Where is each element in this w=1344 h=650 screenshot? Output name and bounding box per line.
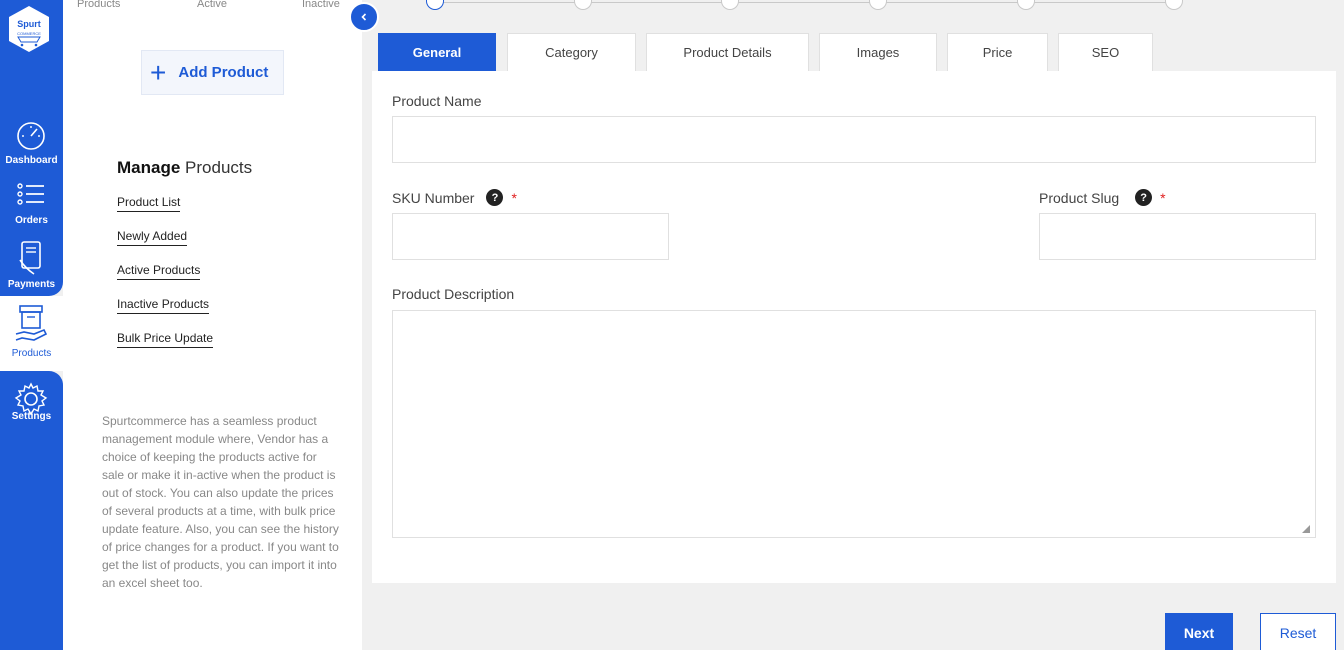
rail-label-payments: Payments: [7, 279, 56, 290]
logo-text: Spurt: [17, 19, 41, 29]
product-slug-label: Product Slug ? *: [1039, 189, 1166, 206]
manage-title-bold: Manage: [117, 158, 181, 177]
help-icon[interactable]: ?: [1135, 189, 1153, 206]
payment-card-icon: [19, 241, 41, 275]
tab-category[interactable]: Category: [507, 33, 636, 71]
panel-description: Spurtcommerce has a seamless product man…: [102, 414, 339, 590]
tab-general[interactable]: General: [378, 33, 496, 71]
speedometer-icon: [17, 122, 45, 150]
tab-price[interactable]: Price: [947, 33, 1048, 71]
rail-item-payments[interactable]: Payments: [0, 236, 63, 296]
link-newly-added[interactable]: Newly Added: [117, 229, 188, 246]
rail-label-orders: Orders: [15, 215, 48, 226]
list-icon: [17, 183, 44, 205]
step-4[interactable]: [869, 0, 887, 10]
product-description-textarea[interactable]: [392, 310, 1316, 538]
tab-product-details[interactable]: Product Details: [646, 33, 809, 71]
panel-tab-inactive[interactable]: Inactive: [302, 0, 340, 10]
rail-label-dashboard: Dashboard: [5, 155, 58, 166]
rail-label-settings: Settings: [11, 411, 52, 422]
add-product-button[interactable]: + Add Product: [141, 50, 284, 95]
resize-grip-icon[interactable]: [1302, 525, 1310, 533]
tab-seo[interactable]: SEO: [1058, 33, 1153, 71]
rail-item-products[interactable]: Products: [0, 296, 63, 371]
rail-item-dashboard[interactable]: Dashboard: [0, 112, 63, 172]
required-asterisk: *: [511, 189, 517, 206]
link-product-list[interactable]: Product List: [117, 195, 181, 212]
reset-button[interactable]: Reset: [1260, 613, 1336, 650]
logo-subtext: COMMERCE: [17, 31, 41, 36]
product-description-label: Product Description: [392, 286, 514, 302]
step-5[interactable]: [1017, 0, 1035, 10]
manage-products-title: Manage Products: [117, 158, 252, 178]
box-hand-icon: [15, 305, 48, 341]
next-button[interactable]: Next: [1165, 613, 1233, 650]
step-2[interactable]: [574, 0, 592, 10]
product-slug-label-text: Product Slug: [1039, 189, 1120, 206]
product-name-label-text: Product Name: [392, 93, 482, 109]
rail-label-products: Products: [11, 348, 52, 359]
general-form-card: Product Name SKU Number ? * Product Slug…: [372, 71, 1336, 583]
link-inactive-products[interactable]: Inactive Products: [117, 297, 210, 314]
brand-logo[interactable]: Spurt COMMERCE: [6, 4, 52, 54]
help-icon[interactable]: ?: [486, 189, 504, 206]
link-bulk-price-update[interactable]: Bulk Price Update: [117, 331, 214, 348]
step-1[interactable]: [426, 0, 444, 10]
plus-icon: +: [150, 56, 167, 88]
sku-number-input[interactable]: [392, 213, 669, 260]
panel-tab-active[interactable]: Active: [197, 0, 227, 10]
progress-stepper: [426, 0, 1183, 10]
sku-number-label-text: SKU Number: [392, 189, 475, 206]
link-active-products[interactable]: Active Products: [117, 263, 201, 280]
product-name-input[interactable]: [392, 116, 1316, 163]
product-description-label-text: Product Description: [392, 286, 515, 302]
step-3[interactable]: [721, 0, 739, 10]
product-name-label: Product Name: [392, 93, 481, 109]
tab-images[interactable]: Images: [819, 33, 937, 71]
product-slug-input[interactable]: [1039, 213, 1316, 260]
rail-item-orders[interactable]: Orders: [0, 172, 63, 232]
chevron-left-icon: [361, 13, 367, 21]
step-6[interactable]: [1165, 0, 1183, 10]
panel-tab-products[interactable]: Products: [77, 0, 120, 10]
add-product-label: Add Product: [178, 64, 269, 81]
required-asterisk: *: [1160, 189, 1166, 206]
product-side-panel: Products Active Inactive + Add Product M…: [63, 0, 362, 650]
manage-title-rest: Products: [185, 158, 253, 177]
sku-number-label: SKU Number ? *: [392, 189, 517, 206]
rail-item-settings[interactable]: Settings: [0, 378, 63, 438]
collapse-panel-button[interactable]: [349, 2, 379, 32]
